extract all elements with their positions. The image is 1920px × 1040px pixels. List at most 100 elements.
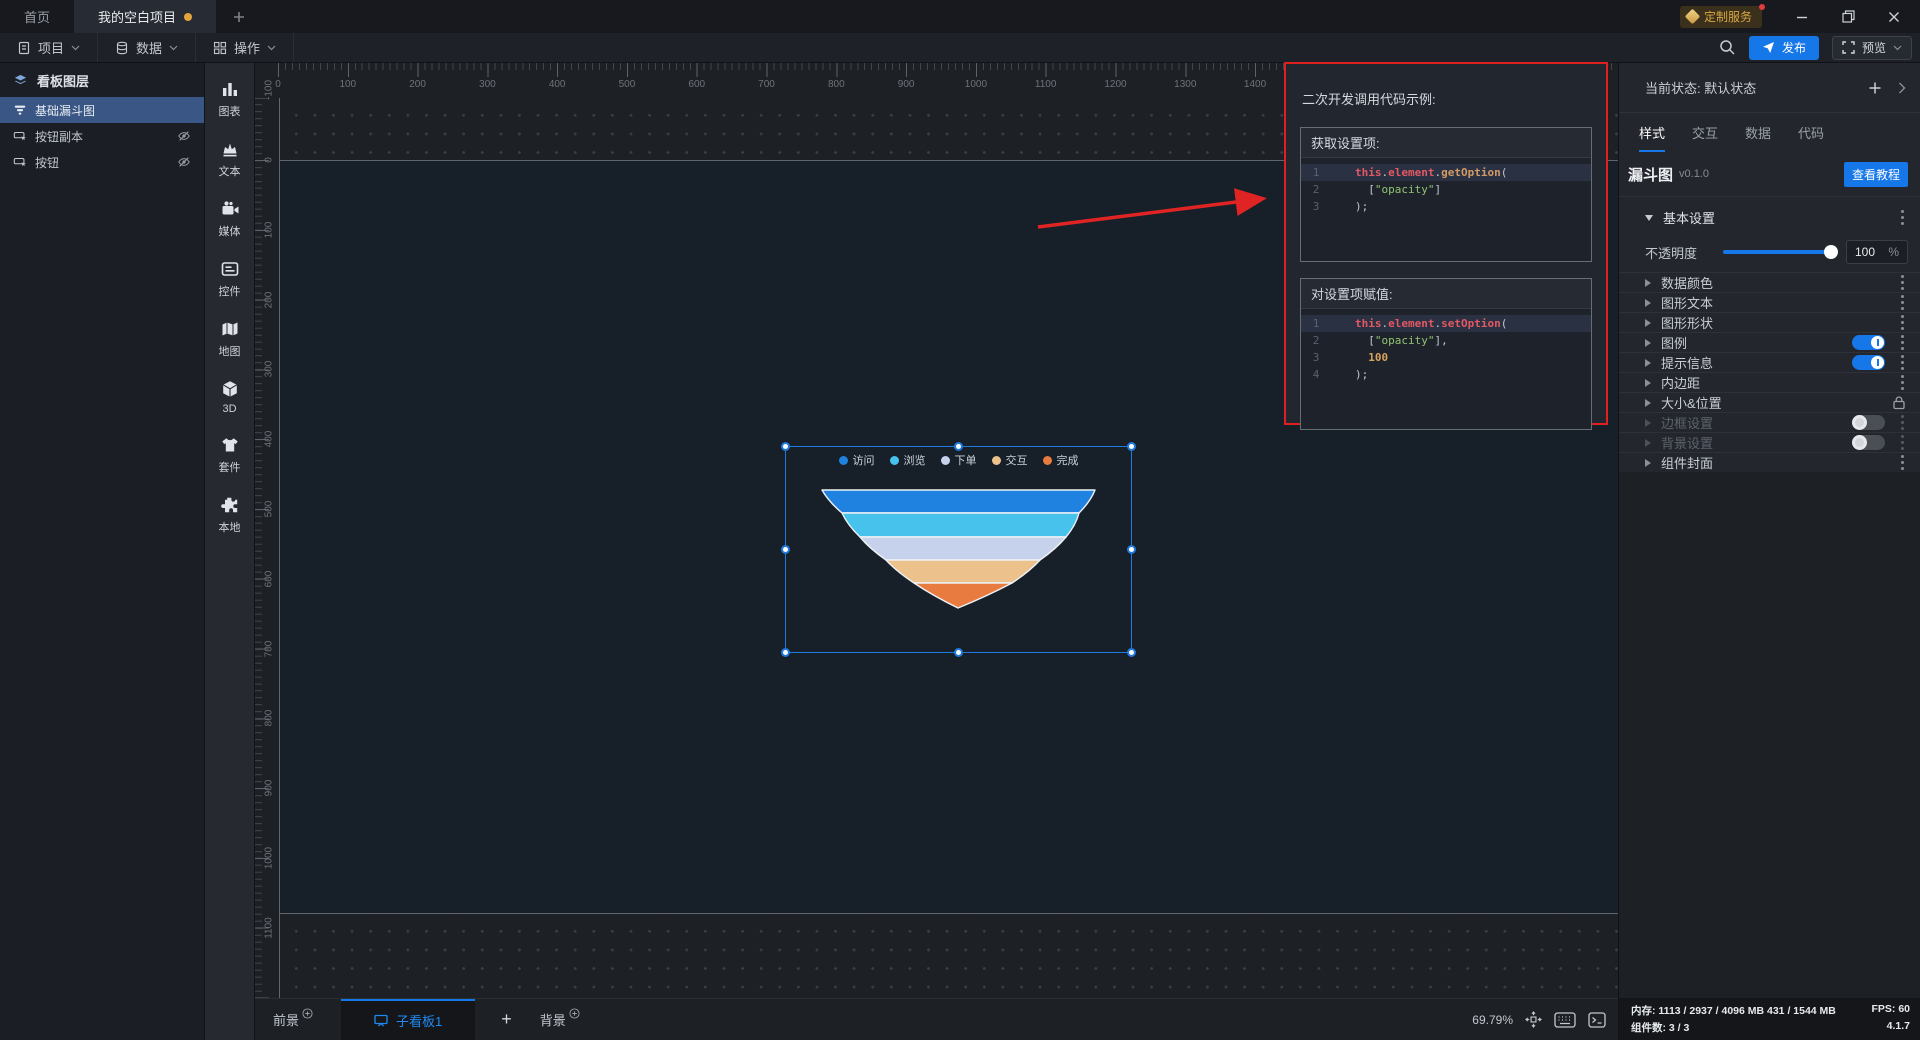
resize-handle-ne[interactable] [1127, 442, 1136, 451]
toolbar-item-图表[interactable]: 图表 [219, 79, 241, 119]
toolbar-item-本地[interactable]: 本地 [219, 495, 241, 535]
toolbar-item-媒体[interactable]: 媒体 [219, 199, 241, 239]
legend-item[interactable]: 浏览 [889, 452, 926, 468]
section-内边距[interactable]: 内边距 [1619, 372, 1920, 392]
ruler-label: 100 [339, 79, 357, 90]
artboard-left-edge [279, 98, 280, 998]
selection-box[interactable]: 访问 浏览 下单 交互 完成 [781, 442, 1136, 657]
toolbar-item-3D[interactable]: 3D [220, 379, 240, 415]
add-state-icon[interactable] [1868, 81, 1882, 95]
kebab-menu-icon[interactable] [1899, 413, 1906, 432]
code-line: 4); [1301, 366, 1591, 383]
resize-handle-sw[interactable] [781, 648, 790, 657]
restore-button[interactable] [1828, 0, 1868, 33]
minimize-button[interactable] [1782, 0, 1822, 33]
section-提示信息[interactable]: 提示信息 [1619, 352, 1920, 372]
resize-handle-w[interactable] [781, 544, 790, 554]
section-basic-settings[interactable]: 基本设置 [1619, 196, 1920, 238]
legend-item[interactable]: 交互 [991, 452, 1028, 468]
kebab-menu-icon[interactable] [1899, 293, 1906, 312]
section-边框设置[interactable]: 边框设置 [1619, 412, 1920, 432]
tab-home[interactable]: 首页 [0, 0, 74, 33]
ruler-label: 100 [263, 221, 275, 239]
code-text: this.element.setOption( [1331, 315, 1507, 332]
eye-off-icon[interactable] [177, 129, 191, 143]
close-button[interactable] [1874, 0, 1914, 33]
chevron-right-icon[interactable] [1898, 82, 1906, 94]
tutorial-button[interactable]: 查看教程 [1843, 161, 1908, 187]
resize-handle-n[interactable] [953, 442, 963, 451]
database-icon [116, 41, 128, 54]
slider-knob[interactable] [1824, 245, 1838, 259]
add-board-button[interactable]: + [493, 1009, 520, 1030]
caret-right-icon [1645, 458, 1651, 467]
background-button[interactable]: 背景 [534, 1008, 586, 1029]
toolbar-item-地图[interactable]: 地图 [219, 319, 241, 359]
section-图例[interactable]: 图例 [1619, 332, 1920, 352]
inspector-tab-交互[interactable]: 交互 [1692, 123, 1718, 152]
menu-data[interactable]: 数据 [98, 33, 197, 62]
bottombar: 前景 子看板1 + 背景 69.79% [255, 998, 1618, 1040]
kebab-menu-icon[interactable] [1899, 333, 1906, 352]
popup-title: 二次开发调用代码示例: [1302, 92, 1436, 107]
section-数据颜色[interactable]: 数据颜色 [1619, 272, 1920, 292]
code-line: 3); [1301, 198, 1591, 215]
eye-off-icon[interactable] [177, 155, 191, 169]
keyboard-icon[interactable] [1554, 1011, 1576, 1028]
legend-item[interactable]: 下单 [940, 452, 977, 468]
resize-handle-se[interactable] [1127, 648, 1136, 657]
kebab-menu-icon[interactable] [1899, 453, 1906, 472]
kebab-menu-icon[interactable] [1899, 313, 1906, 332]
kebab-menu-icon[interactable] [1899, 353, 1906, 372]
section-背景设置[interactable]: 背景设置 [1619, 432, 1920, 452]
kebab-menu-icon[interactable] [1899, 208, 1906, 227]
section-组件封面[interactable]: 组件封面 [1619, 452, 1920, 472]
toolbar-item-文本[interactable]: 文本 [219, 139, 241, 179]
legend-item[interactable]: 访问 [838, 452, 875, 468]
menu-project[interactable]: 项目 [0, 33, 99, 62]
opacity-slider[interactable] [1723, 245, 1838, 259]
toggle-off[interactable] [1852, 435, 1885, 450]
toggle-off[interactable] [1852, 415, 1885, 430]
resize-handle-nw[interactable] [781, 442, 790, 451]
layer-item[interactable]: 按钮副本 [0, 123, 204, 149]
layer-item-label: 基础漏斗图 [35, 103, 96, 118]
ruler-label: 800 [827, 79, 845, 90]
terminal-icon[interactable] [1588, 1011, 1606, 1028]
local-icon [220, 495, 240, 515]
toolbar-item-套件[interactable]: 套件 [219, 435, 241, 475]
inspector-tab-数据[interactable]: 数据 [1745, 123, 1771, 152]
toggle-on[interactable] [1852, 355, 1885, 370]
toggle-on[interactable] [1852, 335, 1885, 350]
code-token: 100 [1368, 351, 1389, 364]
section-大小&位置[interactable]: 大小&位置 [1619, 392, 1920, 412]
caret-right-icon [1645, 298, 1651, 307]
zoom-level[interactable]: 69.79% [1472, 1013, 1513, 1027]
custom-service-button[interactable]: 定制服务 [1679, 3, 1765, 28]
toolbar-item-控件[interactable]: 控件 [219, 259, 241, 299]
opacity-input[interactable]: 100 % [1846, 240, 1908, 264]
foreground-button[interactable]: 前景 [267, 1008, 319, 1029]
new-tab-button[interactable] [232, 0, 246, 33]
fit-screen-icon[interactable] [1525, 1011, 1542, 1028]
legend-item[interactable]: 完成 [1042, 452, 1079, 468]
resize-handle-s[interactable] [953, 648, 963, 657]
menu-operations[interactable]: 操作 [196, 33, 295, 62]
section-图形文本[interactable]: 图形文本 [1619, 292, 1920, 312]
lock-icon[interactable] [1892, 395, 1906, 410]
preview-button[interactable]: 预览 [1831, 35, 1912, 60]
search-icon[interactable] [1719, 39, 1736, 56]
kebab-menu-icon[interactable] [1899, 273, 1906, 292]
inspector-tab-样式[interactable]: 样式 [1639, 123, 1666, 152]
board-tab-active[interactable]: 子看板1 [341, 999, 476, 1040]
kebab-menu-icon[interactable] [1899, 433, 1906, 452]
tab-project[interactable]: 我的空白项目 [74, 0, 217, 33]
inspector-tab-代码[interactable]: 代码 [1798, 123, 1824, 152]
kebab-menu-icon[interactable] [1899, 373, 1906, 392]
layer-item[interactable]: 按钮 [0, 149, 204, 175]
layer-item[interactable]: 基础漏斗图 [0, 97, 204, 123]
resize-handle-e[interactable] [1127, 544, 1136, 554]
ruler-label: -100 [263, 80, 275, 101]
publish-button[interactable]: 发布 [1748, 35, 1819, 60]
section-图形形状[interactable]: 图形形状 [1619, 312, 1920, 332]
